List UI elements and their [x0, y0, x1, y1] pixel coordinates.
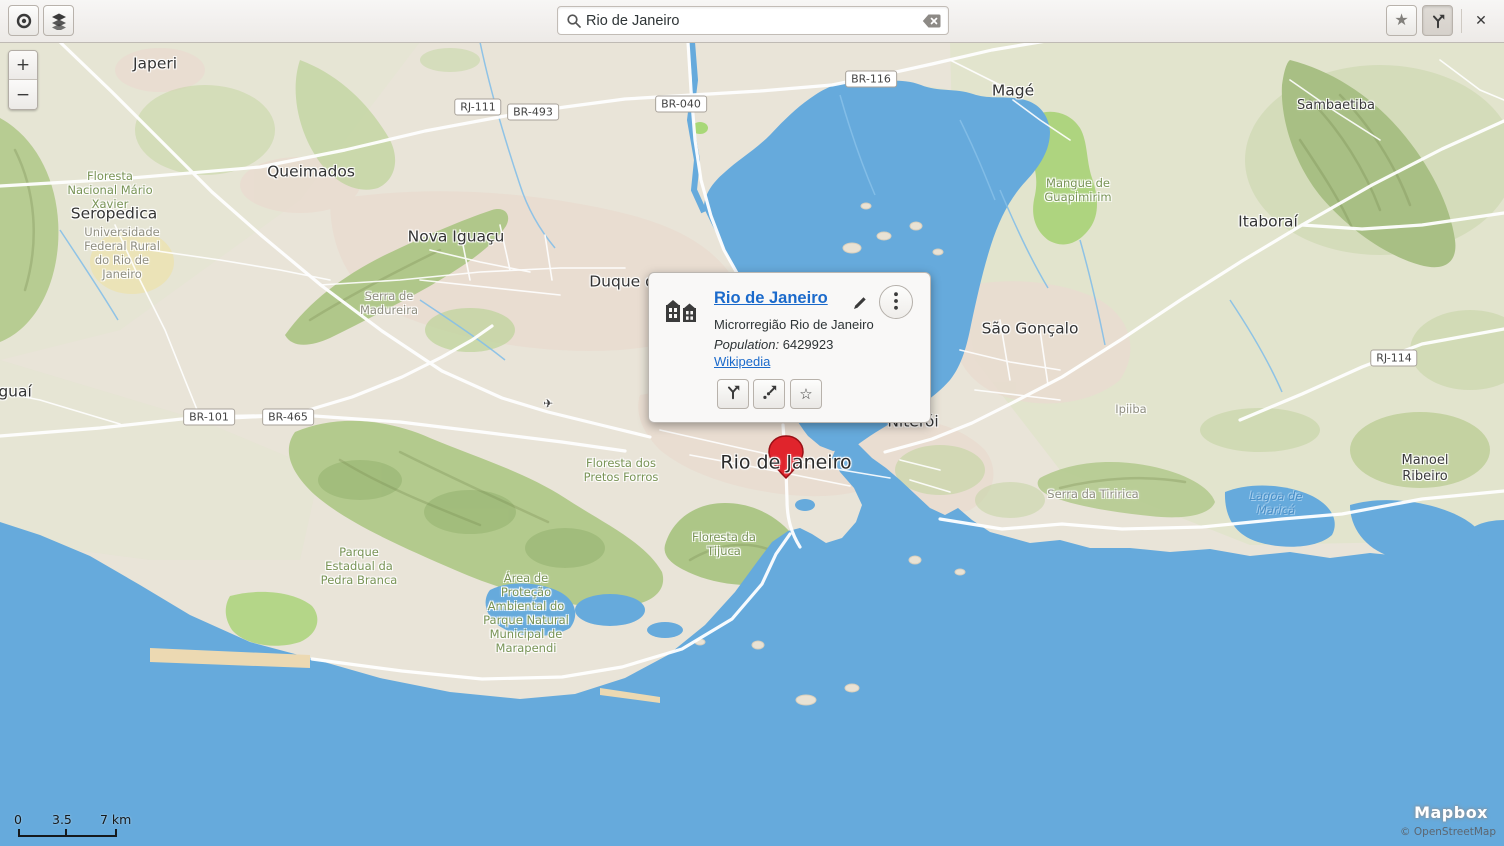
scale-end: 7 km [100, 812, 131, 827]
goto-current-location-button[interactable] [8, 5, 39, 36]
layers-button[interactable] [43, 5, 74, 36]
edit-place-button[interactable] [849, 293, 871, 315]
zoom-in-button[interactable]: + [9, 51, 37, 80]
mapbox-wordmark: Mapbox [1414, 803, 1488, 822]
window-close-button[interactable]: ✕ [1467, 5, 1495, 36]
population-label: Population: [714, 337, 779, 352]
zoom-control: + − [8, 50, 38, 110]
scale-start: 0 [14, 812, 22, 827]
population-row: Population: 6429923 [714, 337, 833, 352]
favorites-button[interactable]: ★ [1386, 5, 1417, 36]
clear-search-icon[interactable] [922, 14, 941, 28]
search-box [557, 6, 949, 35]
pencil-icon [852, 295, 868, 314]
route-to-place-button[interactable] [717, 379, 749, 409]
kebab-menu-icon [894, 292, 898, 313]
directions-from-place-button[interactable] [753, 379, 785, 409]
place-title-link[interactable]: Rio de Janeiro [714, 289, 828, 308]
map-canvas[interactable] [0, 0, 1504, 846]
header-bar: ★ ✕ [0, 0, 1504, 43]
close-icon: ✕ [1475, 12, 1487, 29]
search-input[interactable] [582, 13, 922, 29]
route-icon [1429, 12, 1447, 30]
wikipedia-link[interactable]: Wikipedia [714, 354, 770, 369]
map-viewport[interactable]: JaperiQueimadosSeropédicaNova IguaçuDuqu… [0, 0, 1504, 846]
star-icon: ★ [1394, 13, 1408, 29]
population-value: 6429923 [783, 337, 834, 352]
more-options-button[interactable] [879, 285, 913, 319]
city-buildings-icon [663, 297, 699, 329]
route-icon [724, 383, 742, 405]
place-popup: Rio de Janeiro Microrregião Rio de Janei… [648, 272, 931, 423]
layers-icon [50, 12, 68, 30]
target-location-icon [15, 12, 33, 30]
scale-line [18, 829, 117, 837]
route-planner-button[interactable] [1422, 5, 1453, 36]
zoom-out-button[interactable]: − [9, 80, 37, 109]
favorite-place-button[interactable]: ☆ [790, 379, 822, 409]
scale-midtick [65, 829, 67, 835]
osm-copyright: © OpenStreetMap [1400, 826, 1496, 838]
search-icon [566, 13, 582, 29]
star-outline-icon: ☆ [799, 385, 812, 403]
scale-mid: 3.5 [52, 812, 72, 827]
header-separator [1461, 9, 1462, 33]
place-subtitle: Microrregião Rio de Janeiro [714, 317, 874, 332]
scale-bar: 0 3.5 7 km [8, 812, 148, 838]
itinerary-icon [760, 383, 778, 405]
